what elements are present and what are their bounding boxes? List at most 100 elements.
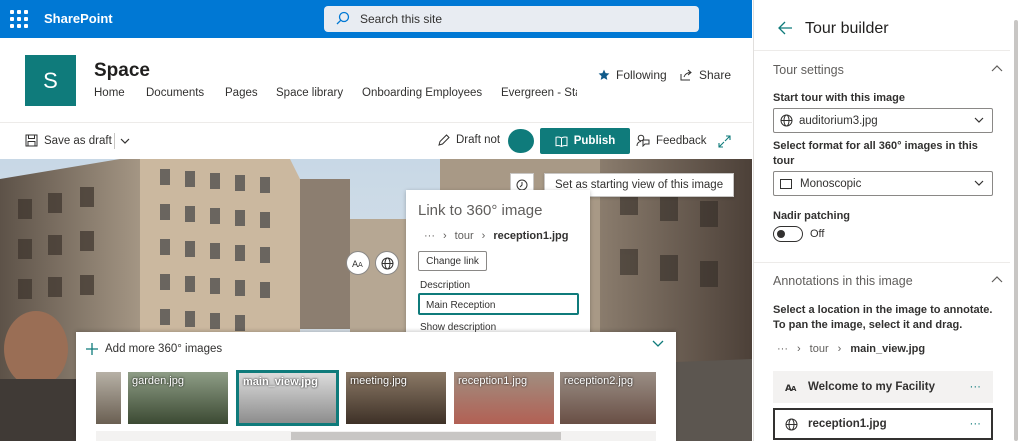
more-options-icon[interactable]: ···	[970, 381, 982, 393]
thumbnail-meeting[interactable]: meeting.jpg	[346, 372, 446, 424]
nav-evergreen[interactable]: Evergreen - Sta	[501, 87, 577, 99]
app-launcher-icon[interactable]	[10, 10, 28, 28]
tray-scrollbar[interactable]	[96, 431, 656, 441]
breadcrumb-folder[interactable]: tour	[455, 230, 474, 242]
panel-divider	[754, 262, 1010, 263]
search-box[interactable]: Search this site	[324, 6, 699, 32]
more-options-icon[interactable]: ···	[970, 418, 982, 430]
share-label: Share	[699, 68, 732, 82]
search-placeholder: Search this site	[360, 12, 443, 26]
annotation-label: Welcome to my Facility	[808, 381, 935, 393]
share-icon	[680, 69, 692, 81]
publish-button[interactable]: Publish	[540, 128, 630, 154]
add-more-label: Add more 360° images	[105, 343, 223, 355]
annotation-item-text[interactable]: AA Welcome to my Facility ···	[773, 371, 993, 403]
expand-icon[interactable]	[718, 135, 731, 148]
thumbnail-label: reception2.jpg	[564, 375, 634, 387]
chevron-down-icon[interactable]	[652, 340, 664, 348]
draft-status[interactable]: Draft not	[438, 134, 500, 146]
breadcrumb-more[interactable]: ···	[777, 343, 788, 355]
save-as-draft-label: Save as draft	[44, 134, 112, 147]
publish-label: Publish	[573, 135, 616, 147]
breadcrumb-file: main_view.jpg	[850, 343, 926, 355]
text-annotation-hotspot[interactable]: AA	[346, 251, 370, 275]
nav-space-library[interactable]: Space library	[276, 87, 343, 99]
site-title[interactable]: Space	[94, 60, 150, 82]
description-label: Description	[420, 280, 471, 291]
toggle-knob	[777, 230, 785, 238]
draft-status-label: Draft not	[456, 134, 501, 146]
nav-documents[interactable]: Documents	[146, 87, 204, 99]
tray-scroll-thumb[interactable]	[291, 432, 561, 440]
add-more-images-button[interactable]: Add more 360° images	[86, 343, 222, 355]
thumbnail-label: reception1.jpg	[458, 375, 528, 387]
suite-bar: SharePoint Search this site	[0, 0, 752, 38]
share-button[interactable]: Share	[680, 68, 731, 82]
nadir-toggle[interactable]	[773, 226, 803, 242]
chevron-right-icon: ›	[837, 343, 842, 355]
svg-text:A: A	[358, 261, 363, 268]
format-value: Monoscopic	[800, 177, 862, 190]
tour-settings-heading[interactable]: Tour settings	[773, 63, 844, 77]
breadcrumb-file: reception1.jpg	[493, 230, 569, 242]
globe-icon	[785, 418, 798, 430]
globe-icon	[780, 114, 793, 127]
image-tray: Add more 360° images garden.jpg main_vie…	[76, 332, 676, 441]
chevron-up-icon[interactable]	[991, 275, 1003, 283]
link-annotation-hotspot[interactable]	[375, 251, 399, 275]
start-image-value: auditorium3.jpg	[799, 114, 878, 127]
change-link-button[interactable]: Change link	[418, 251, 487, 271]
format-dropdown[interactable]: Monoscopic	[773, 171, 993, 196]
panel-scrollbar[interactable]	[1011, 20, 1020, 441]
plus-icon	[86, 343, 98, 355]
nav-home[interactable]: Home	[94, 87, 125, 99]
back-arrow-icon[interactable]	[778, 21, 793, 35]
feedback-button[interactable]: Feedback	[636, 134, 707, 147]
panel-divider	[754, 50, 1010, 51]
star-icon	[598, 69, 610, 80]
thumbnail-partial[interactable]	[96, 372, 121, 424]
command-separator	[114, 133, 115, 149]
book-icon	[555, 136, 568, 147]
save-icon	[25, 134, 38, 147]
chevron-down-icon	[974, 180, 984, 186]
link-card-breadcrumb: ··· › tour › reception1.jpg	[424, 230, 569, 242]
font-size-icon: AA	[352, 260, 363, 268]
breadcrumb-folder[interactable]: tour	[810, 343, 829, 355]
annotation-label: reception1.jpg	[808, 418, 887, 430]
panel-scroll-thumb[interactable]	[1014, 20, 1018, 441]
nav-onboarding-employees[interactable]: Onboarding Employees	[362, 87, 482, 99]
chevron-down-icon	[974, 117, 984, 123]
description-input[interactable]: Main Reception	[418, 293, 579, 315]
format-label: Select format for all 360° images in thi…	[773, 140, 978, 167]
thumbnail-reception1[interactable]: reception1.jpg	[454, 372, 554, 424]
globe-icon	[381, 257, 393, 269]
chevron-down-icon[interactable]	[120, 137, 130, 145]
annotations-heading[interactable]: Annotations in this image	[773, 274, 913, 288]
rectangle-icon	[780, 178, 792, 189]
chevron-right-icon: ›	[443, 230, 447, 242]
link-card-title: Link to 360° image	[418, 202, 543, 219]
save-as-draft-button[interactable]: Save as draft	[25, 134, 112, 147]
chevron-right-icon: ›	[797, 343, 801, 355]
panel-breadcrumb: ··· › tour › main_view.jpg	[777, 343, 925, 355]
feedback-icon	[636, 134, 650, 147]
command-bar: Save as draft Draft not Feedback	[0, 123, 752, 159]
nav-pages[interactable]: Pages	[225, 87, 258, 99]
font-size-icon: AA	[785, 384, 797, 392]
thumbnail-main-view[interactable]: main_view.jpg	[236, 370, 339, 426]
link-annotation-card: Link to 360° image ··· › tour › receptio…	[406, 190, 590, 342]
following-button[interactable]: Following	[598, 68, 667, 82]
breadcrumb-more[interactable]: ···	[424, 230, 435, 242]
chevron-up-icon[interactable]	[991, 64, 1003, 72]
thumbnail-reception2[interactable]: reception2.jpg	[560, 372, 656, 424]
annotation-item-link[interactable]: reception1.jpg ···	[773, 408, 993, 440]
site-logo[interactable]: S	[25, 55, 76, 106]
nadir-state: Off	[810, 228, 825, 240]
svg-text:A: A	[791, 385, 797, 392]
feedback-label: Feedback	[656, 134, 707, 147]
start-image-dropdown[interactable]: auditorium3.jpg	[773, 108, 993, 133]
thumbnail-garden[interactable]: garden.jpg	[128, 372, 228, 424]
thumbnail-label: garden.jpg	[132, 375, 184, 387]
brand-link[interactable]: SharePoint	[44, 11, 113, 26]
